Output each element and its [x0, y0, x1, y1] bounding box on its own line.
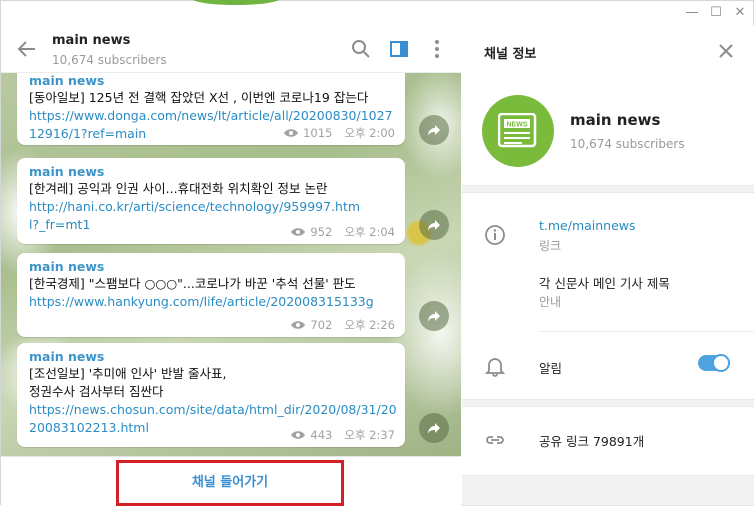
svg-text:NEWS: NEWS	[507, 122, 528, 129]
info-icon	[485, 225, 505, 245]
search-icon[interactable]	[349, 37, 373, 61]
section-divider	[462, 399, 754, 407]
message-text: [한국경제] "스팸보다 ○○○"...코로나가 바꾼 '추석 선물' 판도	[29, 276, 356, 291]
message-bubble[interactable]: main news [한겨레] 공익과 인권 사이...휴대전화 위치확인 정보…	[17, 158, 405, 244]
channel-description-label: 안내	[539, 295, 562, 309]
more-options-icon[interactable]	[425, 37, 449, 61]
section-divider	[462, 475, 754, 506]
forward-button[interactable]	[419, 115, 449, 145]
forward-button[interactable]	[419, 413, 449, 443]
message-list[interactable]: main news [동아일보] 125년 전 결핵 잡았던 X선 , 이번엔 …	[1, 73, 461, 456]
views-icon	[291, 431, 306, 439]
telegram-window: — ☐ ✕ main news 10,674 subscribers main …	[0, 0, 754, 506]
bell-icon	[484, 358, 506, 377]
message-bubble[interactable]: main news [한국경제] "스팸보다 ○○○"...코로나가 바꾼 '추…	[17, 253, 405, 337]
channel-avatar[interactable]: NEWS	[482, 95, 554, 167]
close-panel-icon[interactable]	[716, 41, 736, 61]
message-author: main news	[29, 73, 105, 88]
chat-title[interactable]: main news	[52, 33, 130, 48]
message-meta: 702 오후 2:26	[290, 317, 395, 333]
message-author: main news	[29, 349, 105, 364]
title-bar: — ☐ ✕	[1, 0, 753, 25]
views-icon	[284, 129, 299, 137]
view-count: 952	[310, 225, 333, 239]
message-author: main news	[29, 164, 105, 179]
message-author: main news	[29, 259, 105, 274]
message-meta: 952 오후 2:04	[290, 224, 395, 240]
forward-button[interactable]	[419, 301, 449, 331]
maximize-icon[interactable]: ☐	[707, 5, 725, 21]
share-links-count[interactable]: 공유 링크 79891개	[539, 431, 644, 450]
section-divider	[462, 185, 754, 193]
chat-header: main news 10,674 subscribers	[1, 25, 461, 73]
message-meta: 1015 오후 2:00	[283, 125, 395, 141]
view-count: 443	[310, 428, 333, 442]
channel-link-label: 링크	[539, 239, 562, 253]
share-arrow-icon	[428, 311, 440, 322]
channel-info-panel: 채널 정보 NEWS main news 10,674 subscribers …	[462, 25, 754, 506]
message-text: [조선일보] '추미애 인사' 반발 줄사표, 정권수사 검사부터 짐싼다	[29, 366, 227, 399]
share-arrow-icon	[428, 423, 440, 434]
message-time: 오후 2:00	[344, 126, 395, 140]
info-panel-title: 채널 정보	[484, 47, 537, 62]
share-arrow-icon	[428, 125, 440, 136]
chat-pane: main news 10,674 subscribers main news […	[1, 25, 461, 506]
message-link[interactable]: https://www.hankyung.com/life/article/20…	[29, 293, 393, 311]
views-icon	[291, 228, 306, 236]
message-text: [동아일보] 125년 전 결핵 잡았던 X선 , 이번엔 코로나19 잡는다	[29, 90, 369, 105]
message-bubble[interactable]: main news [조선일보] '추미애 인사' 반발 줄사표, 정권수사 검…	[17, 343, 405, 447]
back-arrow-icon[interactable]	[15, 37, 39, 61]
message-meta: 443 오후 2:37	[290, 427, 395, 443]
notifications-label: 알림	[539, 361, 563, 376]
view-count: 1015	[303, 126, 333, 140]
view-count: 702	[310, 318, 333, 332]
message-text: [한겨레] 공익과 인권 사이...휴대전화 위치확인 정보 논란	[29, 181, 328, 196]
channel-subscribers: 10,674 subscribers	[570, 137, 685, 151]
close-icon[interactable]: ✕	[731, 5, 749, 21]
toggle-knob	[712, 354, 730, 372]
row-separator	[539, 331, 754, 332]
channel-name: main news	[570, 111, 661, 129]
message-time: 오후 2:37	[344, 428, 395, 442]
message-time: 오후 2:26	[344, 318, 395, 332]
forward-button[interactable]	[419, 210, 449, 240]
sidebar-toggle-icon[interactable]	[387, 37, 411, 61]
notifications-toggle[interactable]	[698, 354, 730, 372]
views-icon	[291, 321, 306, 329]
message-bubble[interactable]: main news [동아일보] 125년 전 결핵 잡았던 X선 , 이번엔 …	[17, 73, 405, 145]
chat-subscribers: 10,674 subscribers	[52, 53, 167, 67]
share-arrow-icon	[428, 220, 440, 231]
join-channel-button[interactable]: 채널 들어가기	[116, 460, 344, 506]
channel-link[interactable]: t.me/mainnews	[539, 218, 636, 233]
message-time: 오후 2:04	[344, 225, 395, 239]
minimize-icon[interactable]: —	[683, 5, 701, 21]
newspaper-icon: NEWS	[498, 113, 537, 148]
window-edge-decoration	[191, 0, 281, 5]
channel-description: 각 신문사 메인 기사 제목	[539, 276, 670, 291]
join-bar: 채널 들어가기	[1, 456, 461, 506]
link-icon	[486, 436, 504, 444]
